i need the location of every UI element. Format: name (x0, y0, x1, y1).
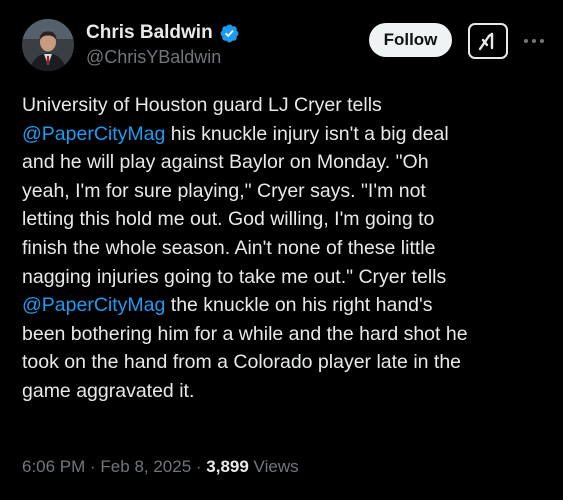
tweet-header: Chris Baldwin @ChrisYBaldwin Follow (22, 19, 563, 71)
grok-icon (478, 32, 494, 51)
tweet-line: took on the hand from a Colorado player … (22, 348, 547, 377)
tweet-text-segment: University of Houston guard LJ Cryer tel… (22, 94, 382, 116)
tweet-text-segment: the knuckle on his right hand's (165, 294, 433, 317)
tweet-line: @PaperCityMag his knuckle injury isn't a… (22, 120, 547, 149)
views-label: Views (248, 457, 299, 476)
tweet-line: finish the whole season. Ain't none of t… (22, 234, 547, 263)
tweet-date[interactable]: Feb 8, 2025 (100, 457, 191, 476)
tweet-meta: 6:06 PM · Feb 8, 2025 · 3,899 Views (22, 457, 299, 477)
tweet-line: been bothering him for a while and the h… (22, 320, 547, 349)
tweet-line: game aggravated it. (22, 377, 547, 406)
tweet-text-segment: nagging injuries going to take me out." … (22, 265, 447, 288)
tweet-line: @PaperCityMag the knuckle on his right h… (22, 291, 547, 320)
follow-button[interactable]: Follow (369, 23, 452, 57)
mention-link[interactable]: @PaperCityMag (22, 294, 165, 316)
tweet-text-segment: yeah, I'm for sure playing," Cryer says.… (22, 179, 426, 202)
tweet-text-segment: been bothering him for a while and the h… (22, 322, 468, 345)
tweet-text-segment: letting this hold me out. God willing, I… (22, 208, 435, 231)
tweet-line: nagging injuries going to take me out." … (22, 263, 547, 292)
author-identity: Chris Baldwin @ChrisYBaldwin (86, 21, 240, 68)
tweet-line: and he will play against Baylor on Monda… (22, 148, 547, 177)
tweet-line: yeah, I'm for sure playing," Cryer says.… (22, 177, 547, 206)
verified-badge-icon (219, 23, 240, 44)
meta-separator: · (85, 457, 101, 476)
grok-button[interactable] (468, 23, 508, 59)
tweet-text-segment: game aggravated it. (22, 379, 195, 402)
tweet-text-segment: took on the hand from a Colorado player … (22, 351, 462, 374)
author-handle[interactable]: @ChrisYBaldwin (86, 47, 240, 68)
tweet-text-segment: his knuckle injury isn't a big deal (165, 122, 449, 145)
more-options-icon (524, 39, 544, 43)
tweet-text-segment: finish the whole season. Ain't none of t… (22, 236, 436, 259)
avatar[interactable] (22, 19, 74, 71)
tweet-line: letting this hold me out. God willing, I… (22, 205, 547, 234)
avatar-image (22, 19, 74, 71)
more-options-button[interactable] (521, 31, 547, 51)
meta-separator: · (191, 457, 207, 476)
tweet-time[interactable]: 6:06 PM (22, 457, 85, 476)
mention-link[interactable]: @PaperCityMag (22, 123, 165, 145)
views-count: 3,899 (206, 457, 249, 476)
tweet-text-segment: and he will play against Baylor on Monda… (22, 151, 429, 174)
author-display-name[interactable]: Chris Baldwin (86, 22, 213, 44)
name-row: Chris Baldwin (86, 21, 240, 45)
tweet-line: University of Houston guard LJ Cryer tel… (22, 91, 547, 120)
tweet-text: University of Houston guard LJ Cryer tel… (22, 91, 547, 406)
